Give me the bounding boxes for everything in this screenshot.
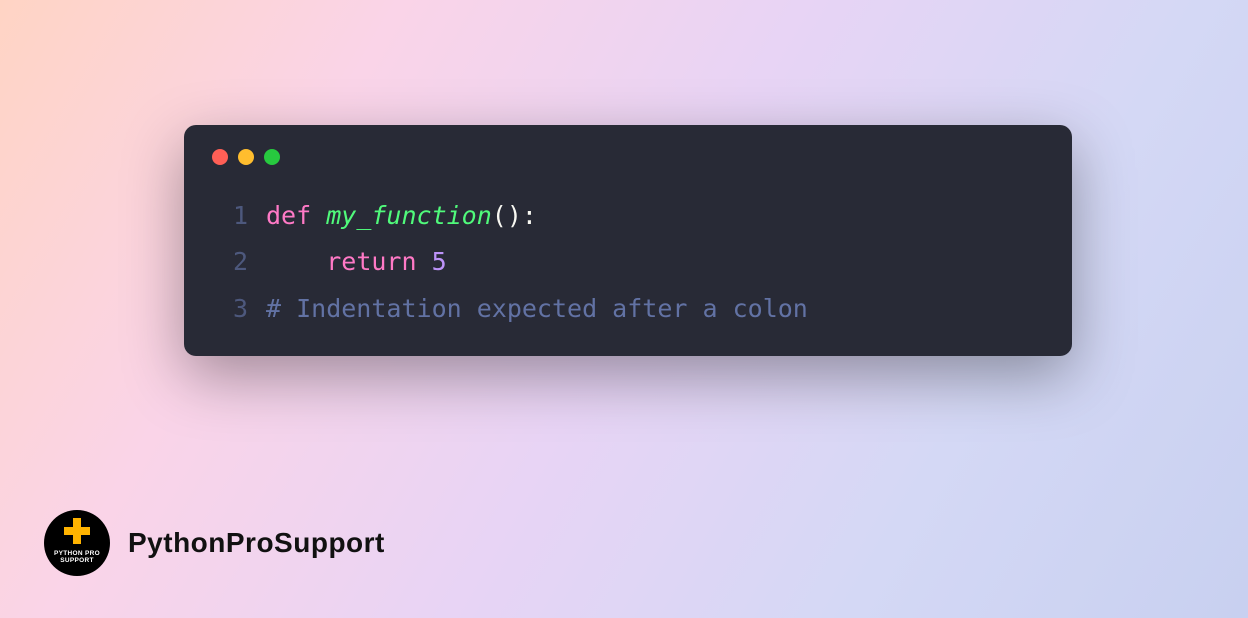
code-line: 2 return 5	[212, 239, 1044, 285]
token-punct: ():	[492, 201, 537, 230]
attribution: PYTHON PRO SUPPORT PythonProSupport	[44, 510, 385, 576]
code-line-body: return 5	[266, 239, 447, 285]
close-icon[interactable]	[212, 149, 228, 165]
line-number: 3	[212, 286, 248, 332]
line-number: 1	[212, 193, 248, 239]
code-content: 1def my_function():2 return 53# Indentat…	[212, 193, 1044, 332]
token-keyword: def	[266, 201, 326, 230]
token-comment: # Indentation expected after a colon	[266, 294, 808, 323]
window-controls	[212, 149, 1044, 165]
token-number: 5	[432, 247, 447, 276]
avatar-text: PYTHON PRO SUPPORT	[44, 550, 110, 564]
code-line: 1 def my_function():	[212, 193, 1044, 239]
line-number: 2	[212, 239, 248, 285]
author-name: PythonProSupport	[128, 527, 385, 559]
code-line-body: # Indentation expected after a colon	[266, 286, 808, 332]
minimize-icon[interactable]	[238, 149, 254, 165]
avatar: PYTHON PRO SUPPORT	[44, 510, 110, 576]
code-line-body: def my_function():	[266, 193, 537, 239]
maximize-icon[interactable]	[264, 149, 280, 165]
plus-icon	[64, 518, 90, 544]
token-punct	[266, 247, 326, 276]
token-keyword: return	[326, 247, 431, 276]
code-line: 3 # Indentation expected after a colon	[212, 286, 1044, 332]
token-funcname: my_function	[326, 201, 492, 230]
code-window: 1def my_function():2 return 53# Indentat…	[184, 125, 1072, 356]
